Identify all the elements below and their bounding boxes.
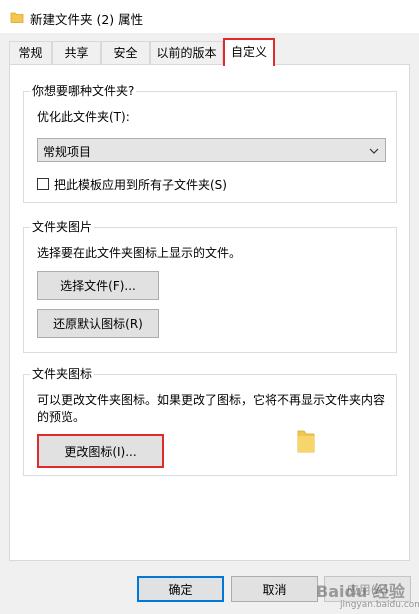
tab-sharing[interactable]: 共享	[52, 41, 101, 65]
tab-customize[interactable]: 自定义	[223, 38, 275, 66]
folder-pictures-group: 文件夹图片 选择要在此文件夹图标上显示的文件。 选择文件(F)... 还原默认图…	[23, 220, 397, 353]
folder-type-group: 你想要哪种文件夹? 优化此文件夹(T): 常规项目 把此模板应用到所有子文件夹(…	[23, 84, 397, 203]
apply-template-checkbox[interactable]	[37, 178, 49, 190]
title-bar: 新建文件夹 (2) 属性	[0, 0, 419, 33]
chevron-down-icon	[369, 145, 379, 155]
restore-default-button[interactable]: 还原默认图标(R)	[37, 309, 159, 338]
tab-panel-customize: 你想要哪种文件夹? 优化此文件夹(T): 常规项目 把此模板应用到所有子文件夹(…	[9, 64, 410, 561]
group-label: 文件夹图片	[30, 220, 95, 234]
tab-previous-versions[interactable]: 以前的版本	[150, 41, 223, 65]
tab-security[interactable]: 安全	[101, 41, 150, 65]
folder-preview-icon	[296, 428, 316, 457]
optimize-dropdown-value: 常规项目	[43, 145, 92, 159]
ok-button[interactable]: 确定	[137, 576, 224, 602]
group-label: 文件夹图标	[30, 367, 95, 381]
optimize-label: 优化此文件夹(T):	[37, 110, 130, 124]
choose-file-button[interactable]: 选择文件(F)...	[37, 271, 159, 300]
folder-icons-description-line2: 的预览。	[37, 410, 86, 424]
tab-general[interactable]: 常规	[9, 41, 52, 65]
change-icon-button[interactable]: 更改图标(I)...	[37, 434, 164, 468]
watermark-url: jingyan.baidu.com	[340, 600, 419, 610]
folder-icon	[10, 10, 24, 27]
apply-template-label: 把此模板应用到所有子文件夹(S)	[54, 178, 227, 192]
folder-icons-description-line1: 可以更改文件夹图标。如果更改了图标，它将不再显示文件夹内容	[37, 393, 386, 407]
watermark-logo: Baidu 经验	[316, 582, 405, 601]
group-label: 你想要哪种文件夹?	[30, 84, 137, 98]
properties-dialog: { "window": { "title": "新建文件夹 (2) 属性", "…	[0, 0, 419, 614]
folder-icons-group: 文件夹图标 可以更改文件夹图标。如果更改了图标，它将不再显示文件夹内容 的预览。…	[23, 367, 397, 476]
optimize-dropdown[interactable]: 常规项目	[37, 138, 386, 162]
folder-pictures-description: 选择要在此文件夹图标上显示的文件。	[37, 246, 242, 260]
window-title: 新建文件夹 (2) 属性	[30, 12, 144, 27]
cancel-button[interactable]: 取消	[231, 576, 318, 602]
